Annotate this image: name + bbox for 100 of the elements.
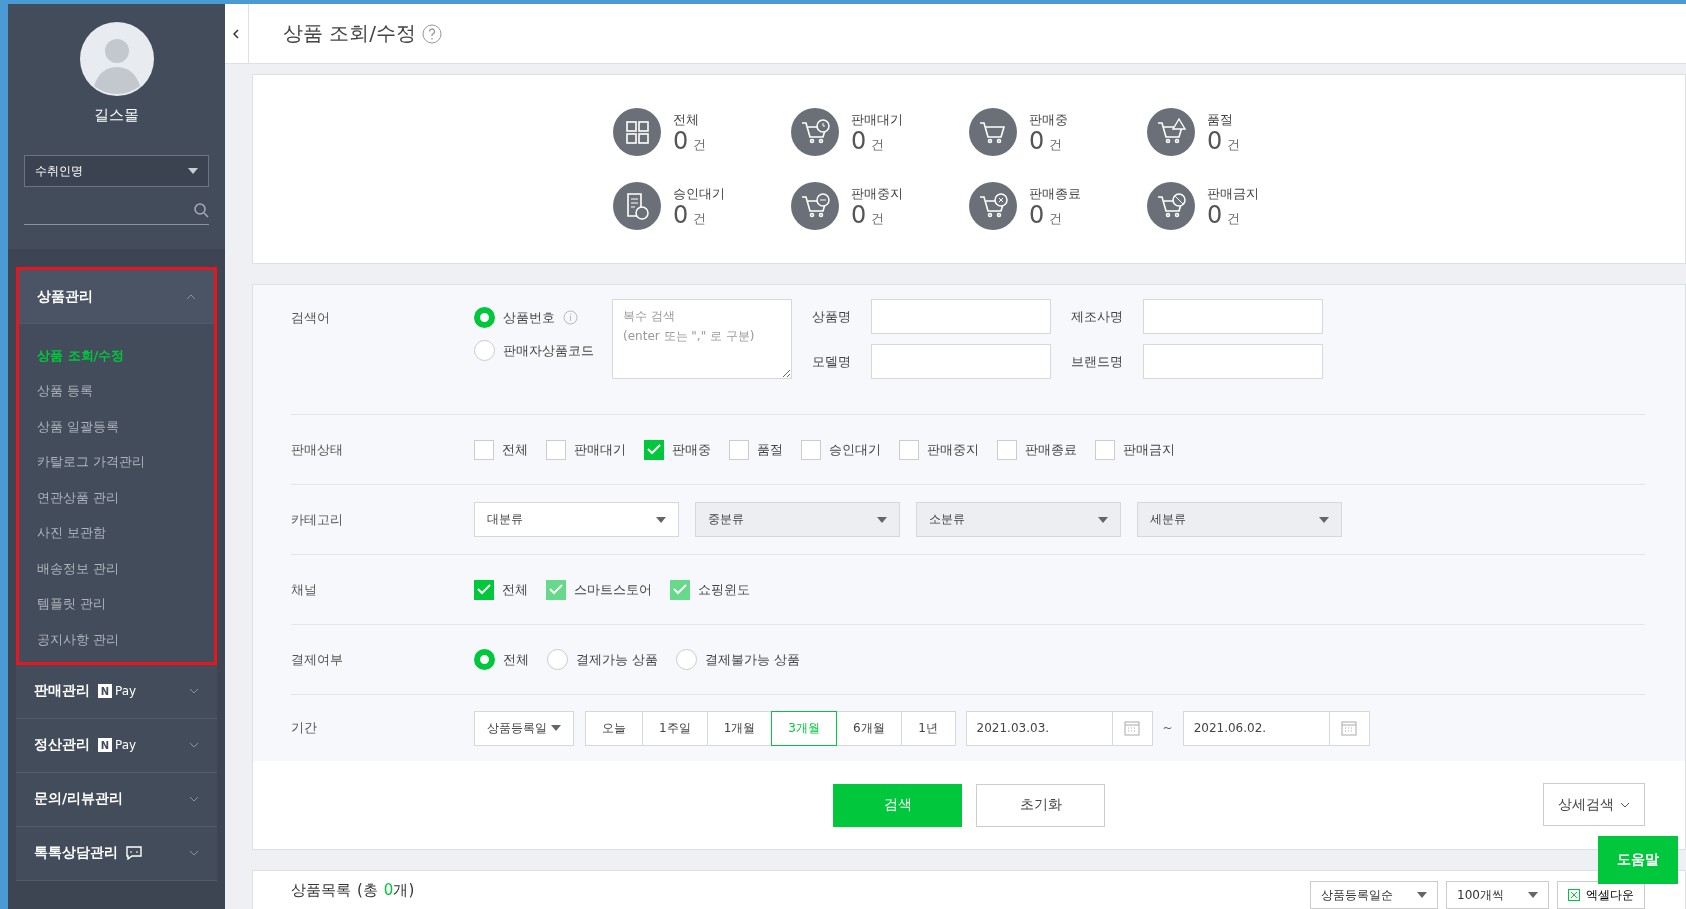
menu-group-label: 톡톡상담관리 xyxy=(34,844,118,862)
menu-item[interactable]: 상품 등록 xyxy=(37,373,196,409)
multi-search-field[interactable]: 복수 검색 (enter 또는 "," 로 구분) xyxy=(612,299,792,379)
menu-group-header[interactable]: 상품관리 xyxy=(19,270,214,324)
reset-button[interactable]: 초기화 xyxy=(976,783,1105,827)
calendar-icon xyxy=(1124,720,1141,736)
stat-count[interactable]: 0 xyxy=(1207,128,1223,153)
cart-warning-icon xyxy=(1147,108,1195,156)
radio-button[interactable] xyxy=(676,649,698,670)
input-field[interactable] xyxy=(871,344,1051,379)
option-label: 승인대기 xyxy=(829,440,881,459)
stat-label: 전체 xyxy=(673,110,700,129)
checkbox[interactable] xyxy=(1095,439,1115,460)
radio-button[interactable] xyxy=(474,340,495,361)
radio-button[interactable] xyxy=(474,307,495,328)
grid-icon xyxy=(613,108,661,156)
sort-select[interactable]: 상품등록일순 xyxy=(1310,881,1439,909)
option-label: 전체 xyxy=(502,580,528,599)
menu-group-label: 문의/리뷰관리 xyxy=(34,790,124,808)
checkbox[interactable] xyxy=(644,439,664,460)
stat-unit: 건 xyxy=(871,209,885,228)
menu-item[interactable]: 배송정보 관리 xyxy=(37,551,196,587)
input-field[interactable] xyxy=(1143,299,1323,334)
menu-item[interactable]: 템플릿 관리 xyxy=(37,586,196,622)
excel-download-button[interactable]: 엑셀다운 xyxy=(1557,881,1645,909)
cart-minus-icon xyxy=(791,182,839,230)
stat-unit: 건 xyxy=(693,135,707,154)
menu-item[interactable]: 상품 조회/수정 xyxy=(37,338,196,374)
radio-button[interactable] xyxy=(547,649,568,670)
checkbox[interactable] xyxy=(546,439,566,460)
date-field[interactable]: 2021.06.02. xyxy=(1182,710,1370,746)
input-field[interactable] xyxy=(871,299,1051,334)
field-label: 제조사명 xyxy=(1071,307,1123,326)
radio-button[interactable] xyxy=(474,649,495,670)
option-label: 결제가능 상품 xyxy=(576,650,659,669)
cart-clock-icon xyxy=(791,108,839,156)
chevron-icon xyxy=(189,850,199,856)
menu-group-label: 상품관리 xyxy=(37,287,93,306)
list-total-suffix: 개) xyxy=(393,881,415,900)
chevron-icon xyxy=(186,293,196,300)
stat-count[interactable]: 0 xyxy=(1029,128,1045,153)
menu-group-header[interactable]: 톡톡상담관리 xyxy=(16,826,217,881)
checkbox[interactable] xyxy=(899,439,919,460)
chevron-icon xyxy=(189,742,199,748)
stat-count[interactable]: 0 xyxy=(673,128,689,153)
caret-icon xyxy=(188,168,198,174)
option-label: 판매대기 xyxy=(574,440,626,459)
menu-group-header[interactable]: 문의/리뷰관리 xyxy=(16,772,217,827)
spreadsheet-icon xyxy=(1568,889,1580,901)
checkbox[interactable] xyxy=(729,439,749,460)
stat-count[interactable]: 0 xyxy=(673,202,689,227)
menu-item[interactable]: 연관상품 관리 xyxy=(37,480,196,516)
search-type-select[interactable]: 수취인명 xyxy=(24,155,209,187)
option-label: 판매종료 xyxy=(1025,440,1077,459)
cart-prohibited-icon xyxy=(1147,182,1195,230)
row-label: 검색어 xyxy=(291,309,331,327)
checkbox[interactable] xyxy=(801,439,821,460)
date-field[interactable]: 2021.03.03. xyxy=(965,710,1153,746)
stat-count[interactable]: 0 xyxy=(1207,202,1223,227)
period-button[interactable]: 6개월 xyxy=(835,710,902,746)
caret-icon xyxy=(551,725,561,731)
npay-mark: N xyxy=(98,684,112,698)
stat-label: 승인대기 xyxy=(673,184,725,203)
period-button[interactable]: 1년 xyxy=(900,710,956,746)
checkbox[interactable] xyxy=(997,439,1017,460)
stat-count[interactable]: 0 xyxy=(851,202,867,227)
chevron-icon xyxy=(189,796,199,802)
checkbox[interactable] xyxy=(474,439,494,460)
calendar-icon xyxy=(1341,720,1358,736)
row-label: 결제여부 xyxy=(291,650,344,669)
option-label: 품절 xyxy=(757,440,783,459)
stat-count[interactable]: 0 xyxy=(1029,202,1045,227)
menu-item[interactable]: 카탈로그 가격관리 xyxy=(37,444,196,480)
category-select[interactable]: 대분류 xyxy=(474,502,679,537)
menu-group-header[interactable]: 정산관리 N Pay xyxy=(16,718,217,773)
period-button[interactable]: 1주일 xyxy=(642,710,708,746)
menu-group-header[interactable]: 판매관리 N Pay xyxy=(16,664,217,719)
checkbox[interactable] xyxy=(474,579,494,600)
stat-unit: 건 xyxy=(1049,135,1063,154)
menu-item[interactable]: 사진 보관함 xyxy=(37,515,196,551)
chevron-icon xyxy=(189,688,199,694)
page-size-select[interactable]: 100개씩 xyxy=(1446,881,1549,909)
avatar-icon xyxy=(79,22,154,96)
date-type-select[interactable]: 상품등록일 xyxy=(474,710,574,746)
help-icon[interactable] xyxy=(422,23,443,44)
input-field[interactable] xyxy=(1143,344,1323,379)
menu-item[interactable]: 상품 일괄등록 xyxy=(37,409,196,445)
profile-name: 길스몰 xyxy=(94,106,139,125)
npay-text: Pay xyxy=(115,738,137,752)
stat-unit: 건 xyxy=(1227,209,1241,228)
info-icon[interactable] xyxy=(563,310,578,325)
row-label: 채널 xyxy=(291,580,318,599)
row-label: 카테고리 xyxy=(291,510,344,529)
menu-item[interactable]: 공지사항 관리 xyxy=(37,622,196,658)
menu-group-label: 정산관리 xyxy=(34,736,90,754)
period-button[interactable]: 오늘 xyxy=(585,710,643,746)
detail-search-button[interactable]: 상세검색 xyxy=(1543,783,1645,826)
stat-count[interactable]: 0 xyxy=(851,128,867,153)
period-button[interactable]: 1개월 xyxy=(706,710,773,746)
option-label: 판매중 xyxy=(672,440,711,459)
